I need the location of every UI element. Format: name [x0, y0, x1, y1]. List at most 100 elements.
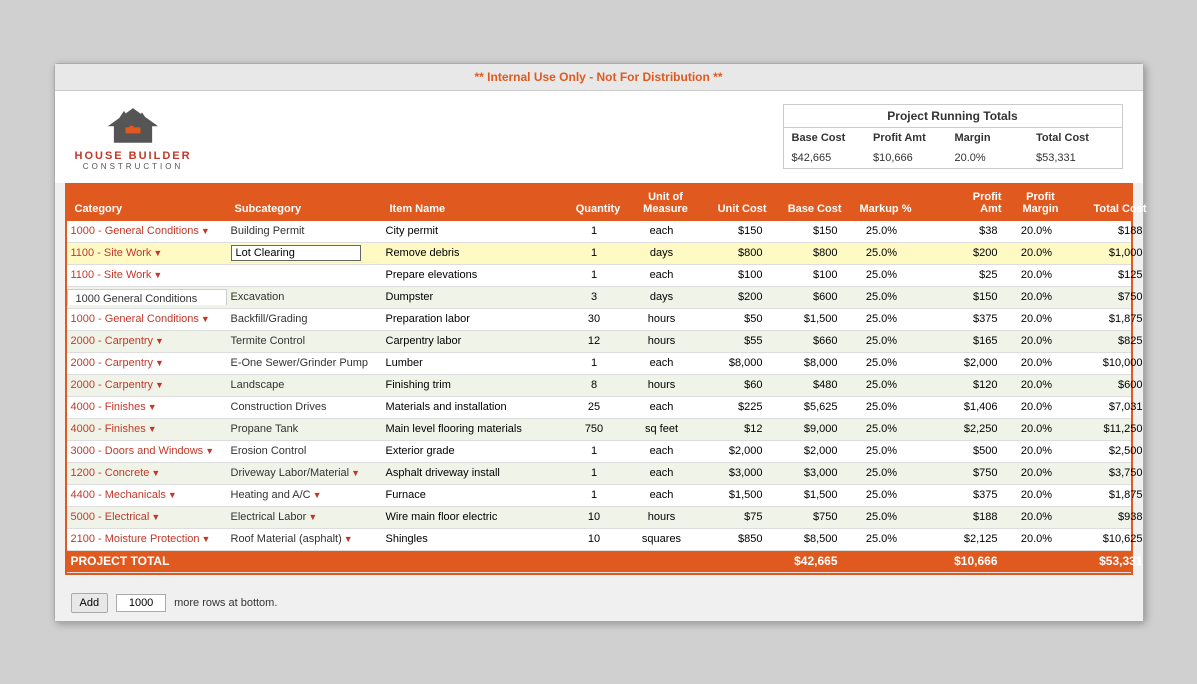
category-cell[interactable]: 5000 - Electrical ▼ — [67, 509, 227, 525]
total-cost-cell: $1,875 — [1072, 311, 1147, 327]
total-row-cell-3 — [562, 559, 627, 563]
category-cell[interactable]: 4000 - Finishes ▼ — [67, 399, 227, 415]
add-rows-button[interactable]: Add — [71, 593, 109, 613]
category-cell[interactable]: 2000 - Carpentry ▼ — [67, 333, 227, 349]
dropdown-arrow-icon[interactable]: ▼ — [313, 490, 322, 500]
category-dropdown[interactable]: 1000 General Conditions 1000 General Con… — [67, 289, 227, 305]
subcategory-cell[interactable]: Termite Control — [227, 333, 382, 349]
subcategory-cell[interactable]: Backfill/Grading — [227, 311, 382, 327]
subcategory-input[interactable] — [231, 245, 361, 261]
unit-cost-cell: $1,500 — [697, 487, 767, 503]
dropdown-arrow-icon[interactable]: ▼ — [344, 534, 353, 544]
unit-cost-cell: $60 — [697, 377, 767, 393]
dropdown-arrow-icon[interactable]: ▼ — [308, 512, 317, 522]
subcategory-cell[interactable]: Excavation — [227, 289, 382, 305]
unit-cost-cell: $225 — [697, 399, 767, 415]
dropdown-arrow-icon[interactable]: ▼ — [151, 512, 160, 522]
dropdown-arrow-icon[interactable]: ▼ — [205, 446, 214, 456]
category-cell[interactable]: 1100 - Site Work ▼ — [67, 245, 227, 261]
total-cost-cell: $125 — [1072, 267, 1147, 283]
category-cell[interactable]: 1000 - General Conditions ▼ 1000 General… — [67, 289, 227, 305]
dropdown-arrow-icon[interactable]: ▼ — [168, 490, 177, 500]
item-name-cell: Lumber — [382, 355, 562, 371]
total-cost-cell: $3,750 — [1072, 465, 1147, 481]
item-name-cell: Finishing trim — [382, 377, 562, 393]
dropdown-arrow-icon[interactable]: ▼ — [201, 314, 210, 324]
unit-cost-cell: $800 — [697, 245, 767, 261]
category-cell[interactable]: 2000 - Carpentry ▼ — [67, 377, 227, 393]
profit-amt-cell: $1,406 — [922, 399, 1002, 415]
unit-cost-cell: $3,000 — [697, 465, 767, 481]
dropdown-arrow-icon[interactable]: ▼ — [148, 424, 157, 434]
category-cell[interactable]: 4400 - Mechanicals ▼ — [67, 487, 227, 503]
profit-margin-cell: 20.0% — [1002, 421, 1072, 437]
subcategory-cell[interactable]: Erosion Control — [227, 443, 382, 459]
quantity-cell: 1 — [562, 487, 627, 503]
unit-cost-cell: $12 — [697, 421, 767, 437]
dropdown-arrow-icon[interactable]: ▼ — [201, 226, 210, 236]
category-text: 1100 - Site Work — [71, 269, 152, 281]
subcategory-cell[interactable]: Heating and A/C ▼ — [227, 487, 382, 503]
subcategory-cell[interactable]: E-One Sewer/Grinder Pump — [227, 355, 382, 371]
markup-cell: 25.0% — [842, 311, 922, 327]
markup-cell: 25.0% — [842, 399, 922, 415]
dropdown-arrow-icon[interactable]: ▼ — [155, 380, 164, 390]
totals-col-total-cost: Total Cost — [1036, 132, 1114, 144]
totals-col-margin: Margin — [955, 132, 1033, 144]
subcategory-text: Termite Control — [231, 335, 306, 347]
subcategory-cell[interactable]: Driveway Labor/Material ▼ — [227, 465, 382, 481]
total-row-cell-2 — [382, 559, 562, 563]
quantity-cell: 30 — [562, 311, 627, 327]
total-cost-cell: $1,000 — [1072, 245, 1147, 261]
dropdown-arrow-icon[interactable]: ▼ — [153, 248, 162, 258]
profit-margin-cell: 20.0% — [1002, 311, 1072, 327]
th-profit-margin: ProfitMargin — [1006, 189, 1076, 217]
uom-cell: hours — [627, 311, 697, 327]
table-body: 1000 - General Conditions ▼ Building Per… — [67, 221, 1131, 573]
category-cell[interactable]: 1000 - General Conditions ▼ — [67, 223, 227, 239]
dropdown-item[interactable]: 1000 General Conditions — [68, 290, 226, 305]
subcategory-text: Construction Drives — [231, 401, 327, 413]
category-cell[interactable]: 2000 - Carpentry ▼ — [67, 355, 227, 371]
subcategory-cell[interactable]: Construction Drives — [227, 399, 382, 415]
dropdown-arrow-icon[interactable]: ▼ — [202, 534, 211, 544]
markup-cell: 25.0% — [842, 465, 922, 481]
dropdown-arrow-icon[interactable]: ▼ — [148, 402, 157, 412]
subcategory-cell[interactable]: Building Permit — [227, 223, 382, 239]
dropdown-arrow-icon[interactable]: ▼ — [155, 336, 164, 346]
internal-banner: ** Internal Use Only - Not For Distribut… — [55, 64, 1143, 91]
category-cell[interactable]: 1000 - General Conditions ▼ — [67, 311, 227, 327]
subcategory-cell[interactable]: Lot Clearing Building Permit — [227, 243, 382, 263]
rows-count-input[interactable] — [116, 594, 166, 612]
subcategory-cell[interactable]: Propane Tank — [227, 421, 382, 437]
total-cost-cell: $825 — [1072, 333, 1147, 349]
profit-amt-cell: $200 — [922, 245, 1002, 261]
category-cell[interactable]: 1200 - Concrete ▼ — [67, 465, 227, 481]
dropdown-arrow-icon[interactable]: ▼ — [153, 270, 162, 280]
total-row-cell-10: $53,331 — [1072, 552, 1147, 570]
uom-cell: hours — [627, 377, 697, 393]
profit-margin-cell: 20.0% — [1002, 487, 1072, 503]
profit-amt-cell: $25 — [922, 267, 1002, 283]
dropdown-arrow-icon[interactable]: ▼ — [155, 358, 164, 368]
subcategory-cell[interactable]: Roof Material (asphalt) ▼ — [227, 531, 382, 547]
profit-margin-cell: 20.0% — [1002, 289, 1072, 305]
category-cell[interactable]: 2100 - Moisture Protection ▼ — [67, 531, 227, 547]
quantity-cell: 1 — [562, 245, 627, 261]
profit-amt-cell: $150 — [922, 289, 1002, 305]
subcategory-cell[interactable]: Electrical Labor ▼ — [227, 509, 382, 525]
quantity-cell: 25 — [562, 399, 627, 415]
unit-cost-cell: $50 — [697, 311, 767, 327]
category-cell[interactable]: 1100 - Site Work ▼ — [67, 267, 227, 283]
unit-cost-cell: $2,000 — [697, 443, 767, 459]
category-text: 3000 - Doors and Windows — [71, 445, 204, 457]
base-cost-cell: $660 — [767, 333, 842, 349]
dropdown-arrow-icon[interactable]: ▼ — [151, 468, 160, 478]
category-cell[interactable]: 3000 - Doors and Windows ▼ — [67, 443, 227, 459]
subcategory-text: Electrical Labor — [231, 511, 307, 523]
unit-cost-cell: $150 — [697, 223, 767, 239]
category-cell[interactable]: 4000 - Finishes ▼ — [67, 421, 227, 437]
base-cost-cell: $8,000 — [767, 355, 842, 371]
dropdown-arrow-icon[interactable]: ▼ — [351, 468, 360, 478]
subcategory-cell[interactable]: Landscape — [227, 377, 382, 393]
